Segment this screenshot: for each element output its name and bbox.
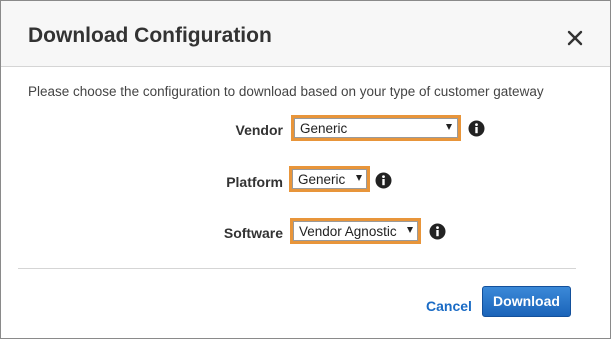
chevron-down-icon [407,227,413,233]
vendor-select[interactable]: Generic [291,115,461,141]
chevron-down-icon [446,124,452,130]
footer-divider [18,268,576,269]
vendor-label: Vendor [235,122,283,138]
platform-select[interactable]: Generic [289,166,370,192]
vendor-select-value: Generic [300,121,348,136]
cancel-button[interactable]: Cancel [426,298,472,314]
platform-select-value: Generic [298,172,346,187]
dialog-title: Download Configuration [28,24,272,47]
software-select[interactable]: Vendor Agnostic [290,218,421,244]
info-icon[interactable] [375,172,392,189]
software-label: Software [223,225,283,241]
download-button[interactable]: Download [482,286,571,317]
platform-label: Platform [226,174,283,190]
download-configuration-dialog: Download Configuration Please choose the… [0,0,611,339]
close-icon[interactable] [563,26,587,50]
info-icon[interactable] [468,120,485,137]
software-select-value: Vendor Agnostic [299,224,397,239]
chevron-down-icon [356,175,362,181]
info-icon[interactable] [429,223,446,240]
dialog-header: Download Configuration [1,1,610,67]
dialog-description: Please choose the configuration to downl… [28,84,544,99]
